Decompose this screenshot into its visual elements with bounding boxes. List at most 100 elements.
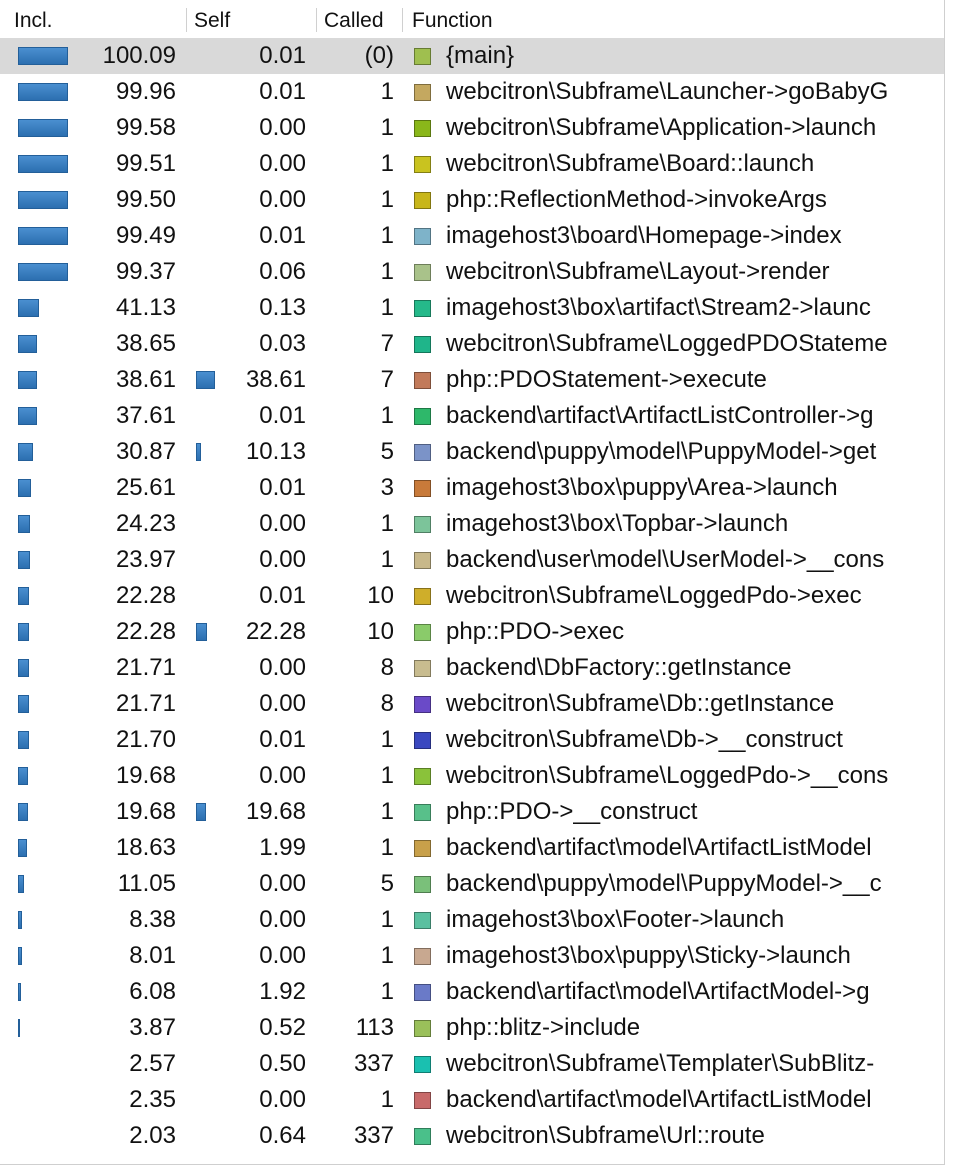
table-row[interactable]: 2.57 0.50 337 webcitron\Subframe\Templater\… — [0, 1046, 944, 1082]
table-row[interactable]: 2.03 0.64 337 webcitron\Subframe\Url::route — [0, 1118, 944, 1154]
call-count: 1 — [380, 942, 394, 969]
call-count: 1 — [380, 186, 394, 213]
table-row[interactable]: 30.87 10.13 5 backend\puppy\model\PuppyMode… — [0, 434, 944, 470]
table-row[interactable]: 99.37 0.06 1 webcitron\Subframe\Layout->ren… — [0, 254, 944, 290]
self-cost: 0.00 — [259, 150, 306, 177]
table-row[interactable]: 18.63 1.99 1 backend\artifact\model\Artifac… — [0, 830, 944, 866]
call-count: 7 — [380, 330, 394, 357]
function-color-swatch — [414, 228, 431, 245]
inclusive-cost-bar — [18, 947, 22, 965]
profiler-table: Incl. Self Called Function 100.09 0.01 (0)… — [0, 0, 945, 1165]
inclusive-cost-bar — [18, 551, 30, 569]
function-color-swatch — [414, 1056, 431, 1073]
column-divider[interactable] — [316, 8, 317, 32]
column-divider[interactable] — [186, 8, 187, 32]
table-row[interactable]: 99.49 0.01 1 imagehost3\board\Homepage->ind… — [0, 218, 944, 254]
function-color-swatch — [414, 1092, 431, 1109]
function-color-swatch — [414, 552, 431, 569]
table-row[interactable]: 99.50 0.00 1 php::ReflectionMethod->invokeA… — [0, 182, 944, 218]
table-row[interactable]: 21.71 0.00 8 webcitron\Subframe\Db::getInst… — [0, 686, 944, 722]
table-row[interactable]: 2.35 0.00 1 backend\artifact\model\Artifact… — [0, 1082, 944, 1118]
call-count: 1 — [380, 978, 394, 1005]
table-row[interactable]: 22.28 22.28 10 php::PDO->exec — [0, 614, 944, 650]
function-color-swatch — [414, 912, 431, 929]
inclusive-cost-bar — [18, 299, 39, 317]
call-count: 3 — [380, 474, 394, 501]
call-count: 5 — [380, 438, 394, 465]
table-row[interactable]: 6.08 1.92 1 backend\artifact\model\Artifact… — [0, 974, 944, 1010]
inclusive-cost-bar — [18, 515, 30, 533]
table-row[interactable]: 8.01 0.00 1 imagehost3\box\puppy\Sticky->la… — [0, 938, 944, 974]
inclusive-cost-bar — [18, 191, 68, 209]
function-color-swatch — [414, 120, 431, 137]
inclusive-cost: 8.01 — [129, 942, 176, 969]
function-color-swatch — [414, 984, 431, 1001]
inclusive-cost-bar — [18, 227, 68, 245]
column-header-incl[interactable]: Incl. — [14, 0, 53, 38]
call-count: 1 — [380, 798, 394, 825]
self-cost: 0.00 — [259, 510, 306, 537]
call-count: 1 — [380, 150, 394, 177]
function-color-swatch — [414, 444, 431, 461]
function-name: imagehost3\box\puppy\Area->launch — [446, 474, 838, 501]
table-row[interactable]: 21.71 0.00 8 backend\DbFactory::getInstance — [0, 650, 944, 686]
table-row[interactable]: 23.97 0.00 1 backend\user\model\UserModel->… — [0, 542, 944, 578]
inclusive-cost: 21.71 — [115, 654, 176, 681]
inclusive-cost: 2.57 — [129, 1050, 176, 1077]
self-cost: 0.00 — [259, 870, 306, 897]
function-color-swatch — [414, 660, 431, 677]
inclusive-cost-bar — [18, 875, 24, 893]
inclusive-cost-bar — [18, 155, 68, 173]
inclusive-cost: 3.87 — [129, 1014, 176, 1041]
inclusive-cost: 37.61 — [115, 402, 176, 429]
table-row[interactable]: 38.65 0.03 7 webcitron\Subframe\LoggedPDOSt… — [0, 326, 944, 362]
self-cost: 0.03 — [259, 330, 306, 357]
function-color-swatch — [414, 696, 431, 713]
table-row[interactable] — [0, 1154, 944, 1164]
table-row[interactable]: 37.61 0.01 1 backend\artifact\ArtifactListC… — [0, 398, 944, 434]
self-cost: 0.64 — [259, 1122, 306, 1149]
inclusive-cost: 99.51 — [115, 150, 176, 177]
function-color-swatch — [414, 480, 431, 497]
function-color-swatch — [414, 336, 431, 353]
table-row[interactable]: 22.28 0.01 10 webcitron\Subframe\LoggedPdo-… — [0, 578, 944, 614]
table-row[interactable]: 11.05 0.00 5 backend\puppy\model\PuppyModel… — [0, 866, 944, 902]
inclusive-cost-bar — [18, 83, 68, 101]
column-divider[interactable] — [402, 8, 403, 32]
table-row[interactable]: 41.13 0.13 1 imagehost3\box\artifact\Stream… — [0, 290, 944, 326]
inclusive-cost: 38.61 — [115, 366, 176, 393]
function-color-swatch — [414, 84, 431, 101]
inclusive-cost: 22.28 — [115, 582, 176, 609]
inclusive-cost-bar — [18, 1019, 20, 1037]
table-row[interactable]: 8.38 0.00 1 imagehost3\box\Footer->launch — [0, 902, 944, 938]
self-cost: 0.00 — [259, 690, 306, 717]
call-count: 8 — [380, 654, 394, 681]
table-row[interactable]: 100.09 0.01 (0) {main} — [0, 38, 944, 74]
column-header-self[interactable]: Self — [194, 0, 230, 38]
self-cost: 0.52 — [259, 1014, 306, 1041]
inclusive-cost: 19.68 — [115, 762, 176, 789]
call-count: 8 — [380, 690, 394, 717]
column-header-called[interactable]: Called — [324, 0, 384, 38]
table-row[interactable]: 21.70 0.01 1 webcitron\Subframe\Db->__const… — [0, 722, 944, 758]
function-name: webcitron\Subframe\LoggedPdo->__cons — [446, 762, 889, 789]
table-row[interactable]: 3.87 0.52 113 php::blitz->include — [0, 1010, 944, 1046]
self-cost: 0.00 — [259, 186, 306, 213]
table-row[interactable]: 24.23 0.00 1 imagehost3\box\Topbar->launch — [0, 506, 944, 542]
function-name: backend\artifact\model\ArtifactListModel — [446, 1086, 872, 1113]
table-row[interactable]: 99.58 0.00 1 webcitron\Subframe\Application… — [0, 110, 944, 146]
column-header-function[interactable]: Function — [412, 0, 493, 38]
function-name: webcitron\Subframe\Url::route — [446, 1122, 765, 1149]
function-name: imagehost3\box\puppy\Sticky->launch — [446, 942, 851, 969]
table-row[interactable]: 25.61 0.01 3 imagehost3\box\puppy\Area->lau… — [0, 470, 944, 506]
table-row[interactable]: 99.51 0.00 1 webcitron\Subframe\Board::laun… — [0, 146, 944, 182]
table-row[interactable]: 19.68 0.00 1 webcitron\Subframe\LoggedPdo->… — [0, 758, 944, 794]
inclusive-cost-bar — [18, 479, 31, 497]
table-row[interactable]: 38.61 38.61 7 php::PDOStatement->execute — [0, 362, 944, 398]
self-cost: 0.00 — [259, 942, 306, 969]
table-row[interactable]: 99.96 0.01 1 webcitron\Subframe\Launcher->g… — [0, 74, 944, 110]
call-count: 1 — [380, 546, 394, 573]
call-count: 1 — [380, 834, 394, 861]
function-name: backend\puppy\model\PuppyModel->__c — [446, 870, 882, 897]
table-row[interactable]: 19.68 19.68 1 php::PDO->__construct — [0, 794, 944, 830]
